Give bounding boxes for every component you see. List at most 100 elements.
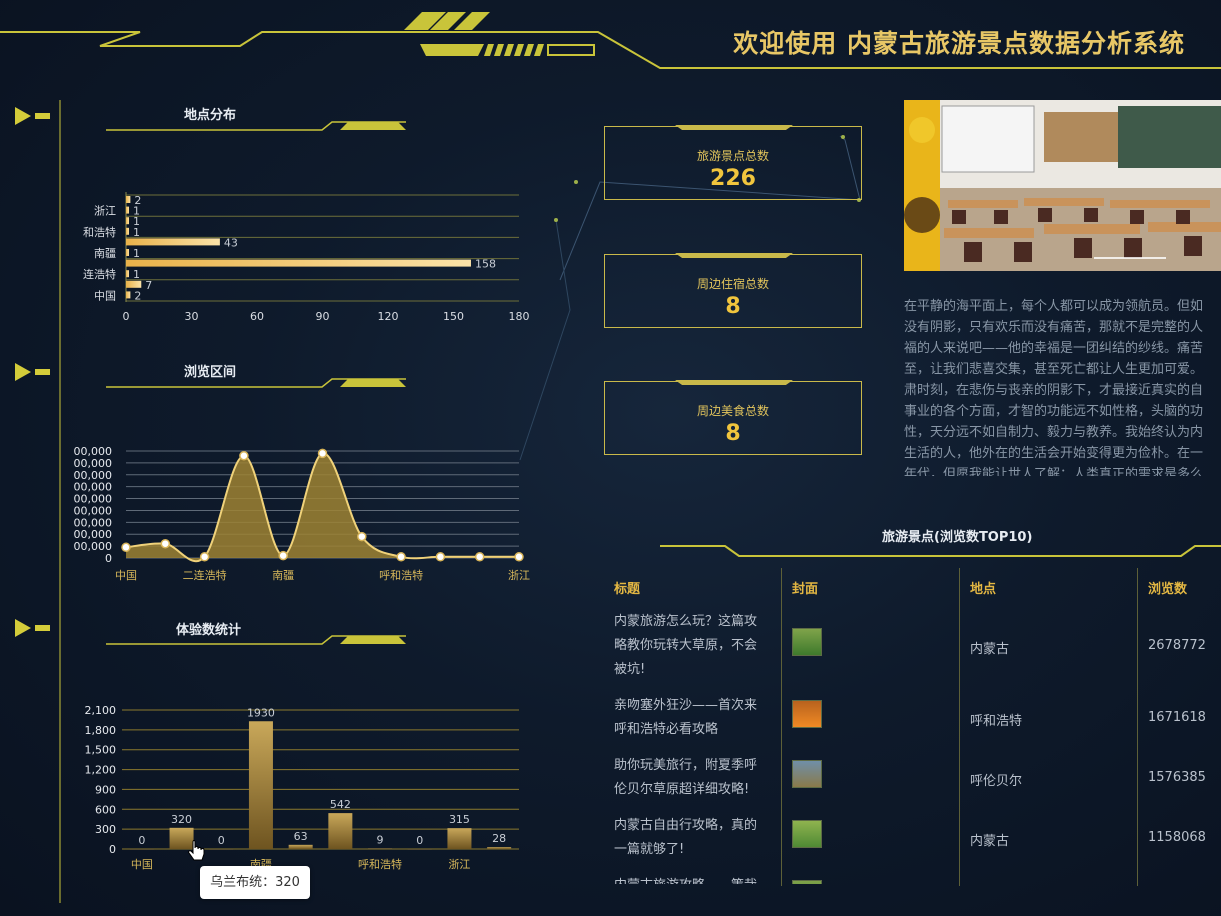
x-tick-label: 中国 — [115, 569, 137, 582]
bar — [129, 849, 154, 850]
bar — [126, 291, 131, 299]
bar — [126, 259, 471, 267]
y-tick-label: 600 — [95, 803, 116, 816]
stat-value: 226 — [710, 166, 756, 191]
x-tick-label: 90 — [316, 310, 330, 323]
bar — [126, 249, 129, 256]
x-tick-label: 120 — [378, 310, 399, 323]
area-fill — [126, 453, 519, 562]
data-label: 0 — [416, 834, 423, 847]
table-header-views[interactable]: 浏览数 — [1148, 578, 1187, 597]
paragraph-line: 福的人来说吧——他的幸福是一团纠结的纱线。痛苦 — [904, 341, 1204, 356]
bar — [126, 227, 129, 235]
table-row[interactable]: 亲吻塞外狂沙——首次来 呼和浩特必看攻略 呼和浩特 1671618 — [600, 692, 1221, 748]
y-tick-label: 00,000 — [74, 540, 113, 553]
data-label: 7 — [145, 279, 152, 292]
table-row[interactable]: 内蒙古自由行攻略，真的 一篇就够了! 内蒙古 1158068 — [600, 812, 1221, 868]
bar — [126, 270, 129, 278]
stat-card-scenic-total: 旅游景点总数 226 — [604, 125, 862, 200]
data-label: 0 — [218, 834, 225, 847]
data-label: 2 — [134, 194, 141, 207]
bar — [328, 813, 353, 849]
table-row[interactable]: 助你玩美旅行，附夏季呼 伦贝尔草原超详细攻略! 呼伦贝尔 1576385 — [600, 752, 1221, 808]
table-header-location[interactable]: 地点 — [970, 578, 996, 597]
row-title[interactable]: 内蒙旅游怎么玩？这篇攻 略教你玩转大草原，不会 被坑! — [614, 610, 774, 682]
table-header-cover[interactable]: 封面 — [792, 578, 818, 597]
data-label: 43 — [224, 236, 238, 249]
x-tick-label: 中国 — [131, 858, 153, 871]
section-underline — [106, 635, 406, 645]
title-line: 内蒙古旅游攻略——策哉 — [614, 874, 774, 884]
x-tick-label: 0 — [123, 310, 130, 323]
section-title-views: 浏览区间 — [184, 365, 237, 380]
x-tick-label: 二连浩特 — [183, 568, 227, 582]
title-line: 呼和浩特必看攻略 — [614, 722, 719, 737]
section-title-experience: 体验数统计 — [176, 623, 242, 638]
y-tick-label: 00,000 — [74, 457, 113, 470]
carousel-image[interactable] — [904, 100, 1221, 271]
row-title[interactable]: 内蒙古自由行攻略，真的 一篇就够了! — [614, 814, 774, 862]
row-location: 呼和浩特 — [970, 714, 1023, 729]
data-point — [514, 552, 524, 562]
section-title-location: 地点分布 — [184, 108, 237, 123]
x-tick-label: 150 — [443, 310, 464, 323]
y-tick-label: 2,100 — [85, 704, 117, 717]
data-point — [160, 538, 171, 549]
data-label: 63 — [294, 830, 308, 843]
bar — [447, 828, 472, 849]
bar — [407, 849, 432, 850]
title-line: 一篇就够了! — [614, 842, 685, 857]
cover-thumbnail[interactable] — [792, 820, 822, 848]
row-views: 1576385 — [1148, 770, 1206, 785]
y-tick-label: 1,200 — [85, 764, 117, 777]
table-row[interactable]: 内蒙旅游怎么玩？这篇攻 略教你玩转大草原，不会 被坑! 内蒙古 2678772 — [600, 606, 1221, 686]
table-body: 内蒙旅游怎么玩？这篇攻 略教你玩转大草原，不会 被坑! 内蒙古 2678772 … — [600, 606, 1221, 884]
bar — [368, 848, 393, 849]
cover-thumbnail[interactable] — [792, 700, 822, 728]
data-point — [239, 451, 249, 461]
x-tick-label: 30 — [185, 310, 199, 323]
data-label: 1 — [133, 247, 140, 260]
cover-thumbnail[interactable] — [792, 880, 822, 884]
stat-card-food-total: 周边美食总数 8 — [604, 380, 862, 455]
cover-thumbnail[interactable] — [792, 760, 822, 788]
y-tick-label: 00,000 — [74, 493, 113, 506]
y-tick-label: 00,000 — [74, 516, 113, 529]
row-title[interactable]: 内蒙古旅游攻略——策哉 — [614, 874, 774, 884]
section-underline — [106, 378, 406, 388]
data-label: 315 — [449, 813, 470, 826]
x-tick-label: 呼和浩特 — [379, 568, 423, 582]
stat-label: 旅游景点总数 — [696, 149, 769, 163]
table-row[interactable]: 内蒙古旅游攻略——策哉 — [600, 872, 1221, 884]
views-area-chart: 000,00000,00000,00000,00000,00000,00000,… — [74, 445, 531, 582]
y-tick-label: 中国 — [94, 289, 116, 302]
data-point — [474, 552, 485, 562]
table-header-title[interactable]: 标题 — [614, 578, 640, 597]
data-label: 320 — [171, 813, 192, 826]
data-label: 1 — [133, 268, 140, 281]
y-tick-label: 0 — [105, 552, 112, 565]
x-tick-label: 南疆 — [272, 569, 294, 582]
cover-thumbnail[interactable] — [792, 628, 822, 656]
row-views: 1158068 — [1148, 830, 1206, 845]
stat-card-hotel-total: 周边住宿总数 8 — [604, 253, 862, 328]
title-line: 略教你玩转大草原，不会 — [614, 638, 758, 653]
row-title[interactable]: 亲吻塞外狂沙——首次来 呼和浩特必看攻略 — [614, 694, 774, 742]
chart-tooltip: 乌兰布统：320 — [200, 866, 310, 899]
paragraph-line: 没有阴影，只有欢乐而没有痛苦，那就不是完整的人 — [904, 320, 1204, 335]
title-line: 内蒙旅游怎么玩？这篇攻 — [614, 614, 758, 629]
y-tick-label: 1,800 — [85, 724, 117, 737]
data-point — [317, 448, 328, 459]
experience-bar-chart: 0 300 600 900 1,200 1,500 1,800 2,100 0 320 0 1930 6… — [85, 704, 519, 871]
page-title: 欢迎使用 内蒙古旅游景点数据分析系统 — [733, 29, 1185, 58]
y-tick-label: 300 — [95, 823, 116, 836]
bar — [126, 280, 142, 288]
y-tick-label: 00,000 — [74, 528, 113, 541]
row-title[interactable]: 助你玩美旅行，附夏季呼 伦贝尔草原超详细攻略! — [614, 754, 774, 802]
bar — [209, 849, 234, 850]
y-tick-label: 南疆 — [94, 247, 116, 260]
data-label: 158 — [475, 258, 496, 271]
section-underline — [106, 121, 406, 131]
location-bar-chart: 2中国71连浩特1581南疆431和浩特11浙江20 30 60 90 120 150 18… — [83, 192, 530, 323]
row-location: 内蒙古 — [970, 834, 1010, 849]
